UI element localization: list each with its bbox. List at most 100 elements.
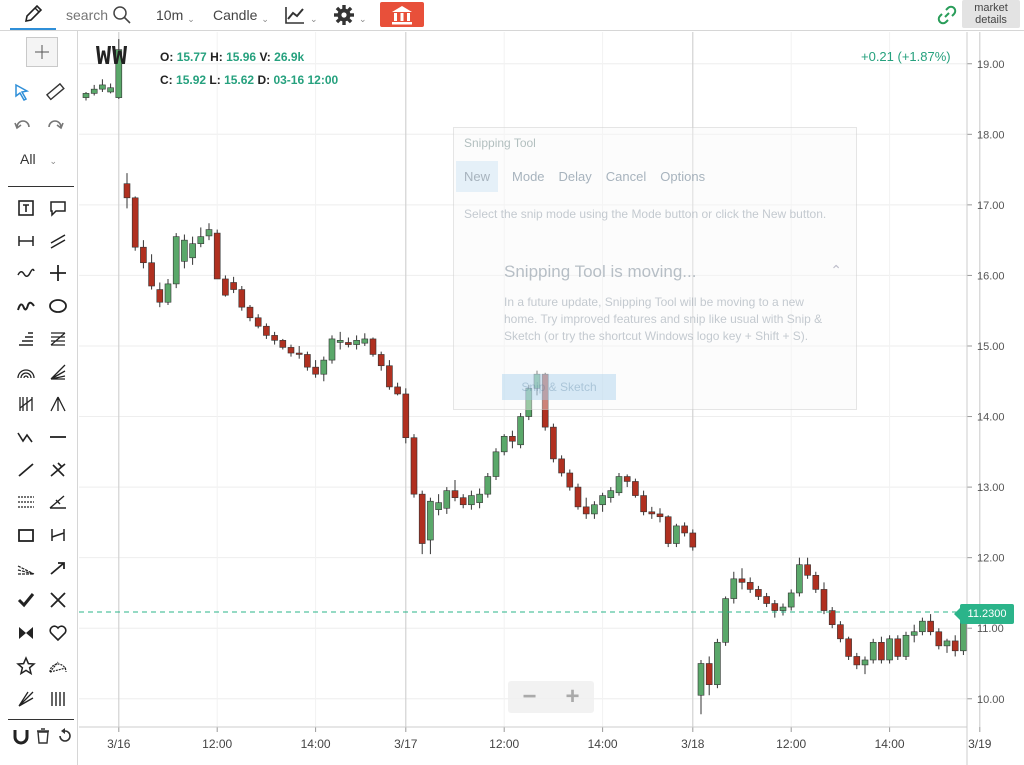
parallel-lines-tool[interactable] [45, 228, 71, 254]
candle-body [632, 481, 639, 496]
candle-body [919, 620, 926, 633]
candle-body [804, 564, 811, 576]
cross-line-tool[interactable] [45, 260, 71, 286]
trading-app: 10m ⌄ Candle ⌄ ⌄ [0, 0, 1024, 765]
candle-body [254, 317, 262, 327]
candle-body [738, 578, 746, 583]
bow-tie-tool[interactable] [13, 620, 39, 646]
high-label: H: [210, 50, 223, 64]
text-tool[interactable] [13, 195, 39, 221]
candle-body [328, 338, 336, 361]
indicators-button[interactable]: ⌄ [284, 0, 318, 30]
candle-body [386, 365, 393, 388]
arrow-icon [50, 561, 65, 575]
vertical-lines-icon [51, 691, 65, 706]
reset-button[interactable] [52, 723, 78, 749]
market-details-button[interactable]: market details [962, 0, 1020, 28]
candle-body [574, 486, 582, 508]
fib-arc-tool[interactable] [13, 359, 39, 385]
ruler-tool[interactable] [42, 79, 68, 105]
search-input[interactable] [66, 7, 112, 23]
candle-body [189, 243, 196, 259]
checkmark-tool[interactable] [13, 587, 39, 613]
search-icon[interactable] [112, 5, 132, 25]
rectangle-tool[interactable] [13, 522, 39, 548]
chevron-up-icon[interactable]: ⌃ [830, 262, 842, 279]
chevron-down-icon: ⌄ [187, 13, 195, 24]
horizontal-segment-tool[interactable] [13, 228, 39, 254]
callout-tool[interactable] [45, 195, 71, 221]
candle-body [287, 347, 295, 354]
candle-body [369, 338, 377, 355]
snip-mode-button[interactable]: Mode [512, 169, 545, 184]
fib-retracement-tool[interactable] [13, 326, 39, 352]
drawing-toolbar: All ⌄ [0, 31, 78, 765]
snip-new-button[interactable]: New [456, 160, 499, 192]
cross-mark-tool[interactable] [45, 587, 71, 613]
snip-moving-title: Snipping Tool is moving... [504, 262, 697, 281]
candle-body [861, 659, 869, 666]
tool-filter-select[interactable]: All ⌄ [20, 151, 57, 167]
candle-body [353, 340, 360, 345]
crossed-lines-icon [50, 462, 66, 477]
candle-body [705, 663, 713, 685]
parallel-lines-icon [50, 234, 66, 249]
ohlc-row-2: C: 15.92 L: 15.62 D: 03-16 12:00 [160, 69, 338, 92]
price-range-tool[interactable] [45, 522, 71, 548]
undo-button[interactable] [10, 113, 36, 139]
crosshair-tool[interactable] [26, 37, 58, 67]
snip-moving-body: In a future update, Snipping Tool will b… [504, 295, 823, 343]
settings-button[interactable]: ⌄ [333, 0, 367, 30]
fib-fan-tool[interactable] [45, 359, 71, 385]
candle-body [517, 416, 524, 446]
fib-time-tool[interactable] [13, 391, 39, 417]
price-tick-label: 19.00 [977, 59, 1005, 71]
chart-type-select[interactable]: Candle ⌄ [213, 0, 269, 30]
fib-extension-tool[interactable] [45, 326, 71, 352]
gann-fan-tool[interactable] [45, 653, 71, 679]
speed-lines-tool[interactable] [13, 686, 39, 712]
fib-fan-icon [50, 364, 66, 380]
bank-icon [392, 5, 412, 24]
zoom-out-button[interactable]: − [508, 681, 551, 713]
candle-body [664, 516, 672, 544]
price-tick-label: 17.00 [977, 200, 1005, 212]
snip-options-button[interactable]: Options [660, 169, 705, 184]
trend-line-icon [18, 462, 34, 477]
date-label: D: [257, 73, 271, 87]
draw-mode-button[interactable] [10, 0, 56, 30]
heart-tool[interactable] [45, 620, 71, 646]
ellipse-tool[interactable] [45, 293, 71, 319]
redo-button[interactable] [42, 113, 68, 139]
gann-line-tool[interactable] [13, 555, 39, 581]
zigzag-tool[interactable] [13, 424, 39, 450]
zoom-in-button[interactable]: + [551, 681, 594, 713]
broker-button[interactable] [380, 2, 424, 27]
angle-tool[interactable] [45, 489, 71, 515]
link-icon[interactable] [937, 5, 957, 30]
time-tick-label: 3/19 [968, 737, 992, 751]
interval-select[interactable]: 10m ⌄ [156, 0, 195, 30]
star-tool[interactable] [13, 653, 39, 679]
snip-delay-button[interactable]: Delay [559, 169, 592, 184]
cycle-lines-tool[interactable] [45, 686, 71, 712]
wave-tool[interactable] [13, 260, 39, 286]
snip-cancel-button[interactable]: Cancel [606, 169, 646, 184]
horizontal-line-tool[interactable] [45, 424, 71, 450]
candle-body [681, 525, 688, 534]
fib-time-icon [19, 397, 33, 412]
gear-icon [334, 5, 354, 25]
snipping-tool-window[interactable]: Snipping Tool New Mode Delay Cancel Opti… [453, 127, 857, 410]
pitchfork-tool[interactable] [45, 391, 71, 417]
cross-lines-tool[interactable] [45, 457, 71, 483]
select-tool[interactable] [10, 79, 36, 105]
trend-line-tool[interactable] [13, 457, 39, 483]
chevron-down-icon: ⌄ [261, 13, 269, 24]
candle-body [771, 603, 779, 611]
brush-tool[interactable] [13, 293, 39, 319]
regression-channel-tool[interactable] [13, 489, 39, 515]
candle-body [459, 497, 467, 506]
arrow-tool[interactable] [45, 555, 71, 581]
search-box[interactable] [66, 0, 132, 30]
snip-sketch-button[interactable]: Snip & Sketch [502, 374, 616, 400]
